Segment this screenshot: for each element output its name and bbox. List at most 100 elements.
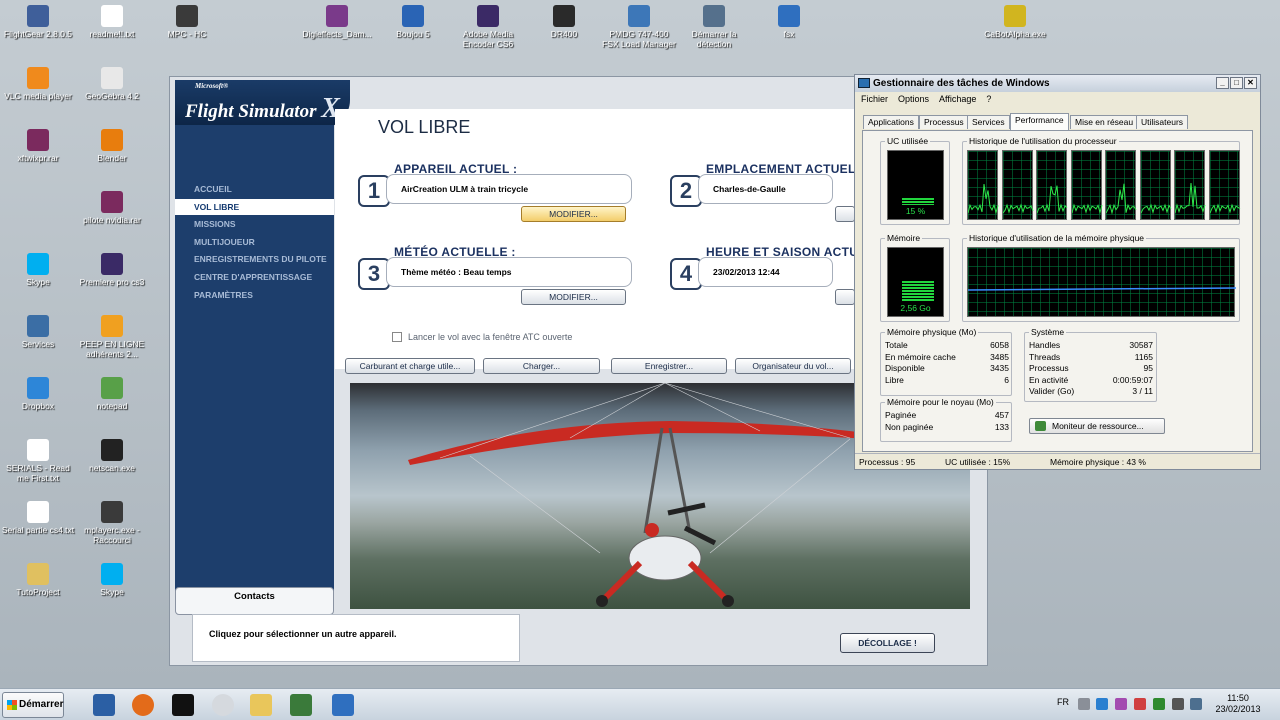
cpu-core-graph — [1105, 150, 1137, 220]
desktop-icon[interactable]: mplayerc.exe - Raccourci — [74, 501, 150, 545]
explorer-folder-icon[interactable] — [250, 694, 272, 716]
start-button[interactable]: Démarrer — [2, 692, 64, 718]
desktop-icon[interactable]: TutoProject — [0, 563, 76, 597]
action-button[interactable]: Carburant et charge utile... — [345, 358, 475, 374]
close-button[interactable]: ✕ — [1244, 77, 1257, 89]
desktop-icon[interactable]: Boujou 5 — [375, 5, 451, 39]
desktop-icon[interactable]: DR400 — [526, 5, 602, 39]
tray-taskmgr-icon[interactable] — [1153, 698, 1165, 710]
desktop-icon-label: FlightGear 2.8.0.5 — [3, 29, 73, 39]
terminal-icon[interactable] — [172, 694, 194, 716]
desktop-icon[interactable]: Skype — [74, 563, 150, 597]
nav-item[interactable]: ENREGISTREMENTS DU PILOTE — [175, 251, 334, 267]
nav-item[interactable]: ACCUEIL — [175, 181, 334, 197]
desktop-icon[interactable]: FlightGear 2.8.0.5 — [0, 5, 76, 39]
language-indicator[interactable]: FR — [1057, 697, 1069, 707]
nav-item[interactable]: VOL LIBRE — [175, 198, 334, 215]
desktop-icon[interactable]: Services — [0, 315, 76, 349]
action-button[interactable]: Enregistrer... — [611, 358, 727, 374]
takeoff-button[interactable]: DÉCOLLAGE ! — [840, 633, 935, 653]
fsx-taskbar-icon[interactable] — [332, 694, 354, 716]
fsx-logo: Microsoft® Flight Simulator X — [175, 80, 350, 128]
desktop-icon[interactable]: PEEP EN LIGNE adhérents 2... — [74, 315, 150, 359]
cpu-core-graph — [1208, 150, 1240, 220]
memory-history-graph — [967, 247, 1236, 317]
tab[interactable]: Applications — [863, 115, 919, 129]
menu-item[interactable]: ? — [986, 94, 991, 104]
menu-item[interactable]: Affichage — [939, 94, 976, 104]
desktop-icon[interactable]: Skype — [0, 253, 76, 287]
desktop-icon[interactable]: Premiere pro cs3 — [74, 253, 150, 287]
modify-button[interactable]: MODIFIER... — [521, 206, 626, 222]
nav-item[interactable]: CENTRE D'APPRENTISSAGE — [175, 269, 334, 285]
firefox-icon[interactable] — [132, 694, 154, 716]
tab[interactable]: Utilisateurs — [1136, 115, 1189, 129]
tray-network-icon[interactable] — [1096, 698, 1108, 710]
action-button[interactable]: Charger... — [483, 358, 600, 374]
tab[interactable]: Mise en réseau — [1070, 115, 1139, 129]
modify-button-partial[interactable] — [835, 289, 855, 305]
tray-display-icon[interactable] — [1172, 698, 1184, 710]
desktop-icon[interactable]: SERIALS - Read me First.txt — [0, 439, 76, 483]
desktop-icon[interactable]: readme!!.txt — [74, 5, 150, 39]
desktop-icon[interactable]: VLC media player — [0, 67, 76, 101]
desktop-icon-label: SERIALS - Read me First.txt — [6, 463, 70, 483]
task-manager-titlebar[interactable]: Gestionnaire des tâches de Windows _ □ ✕ — [855, 75, 1260, 92]
desktop-icon-label: netscan.exe — [89, 463, 135, 473]
desktop-icon[interactable]: PMDG 747-400 FSX Load Manager — [601, 5, 677, 49]
menu-item[interactable]: Fichier — [861, 94, 888, 104]
desktop-icon-label: Skype — [26, 277, 50, 287]
desktop-icon[interactable]: GeoGebra 4.2 — [74, 67, 150, 101]
modify-button-partial[interactable] — [835, 206, 855, 222]
desktop-icon[interactable]: Adobe Media Encoder CS6 — [450, 5, 526, 49]
tray-app-icon[interactable] — [1115, 698, 1127, 710]
tray-security-icon[interactable] — [1134, 698, 1146, 710]
nav-item[interactable]: PARAMÈTRES — [175, 287, 334, 303]
desktop-icon[interactable]: notepad — [74, 377, 150, 411]
desktop-icon[interactable]: Serial partie cs4.txt — [0, 501, 76, 535]
logo-prefix: Microsoft® — [195, 82, 229, 90]
task-manager-icon — [858, 78, 870, 88]
desktop-icon[interactable]: Blender — [74, 129, 150, 163]
section-value-box[interactable]: 23/02/2013 12:44 — [698, 257, 833, 287]
resource-monitor-button[interactable]: Moniteur de ressource... — [1029, 418, 1165, 434]
section-value-box[interactable]: AirCreation ULM à train tricycle — [386, 174, 632, 204]
task-manager-taskbar-icon[interactable] — [290, 694, 312, 716]
action-button[interactable]: Organisateur du vol... — [735, 358, 851, 374]
tab[interactable]: Services — [967, 115, 1010, 129]
contacts-panel[interactable]: Contacts — [175, 587, 334, 615]
desktop-icon-image — [101, 439, 123, 461]
system-clock[interactable]: 11:50 23/02/2013 — [1208, 693, 1268, 715]
tray-volume-icon[interactable] — [1190, 698, 1202, 710]
stat-key: En activité — [1029, 374, 1069, 385]
cpu-usage-meter: 15 % — [887, 150, 944, 220]
desktop-icon-image — [27, 563, 49, 585]
desktop-icon-label: PEEP EN LIGNE adhérents 2... — [79, 339, 145, 359]
maximize-button[interactable]: □ — [1230, 77, 1243, 89]
desktop-icon[interactable]: Dropbox — [0, 377, 76, 411]
modify-button[interactable]: MODIFIER... — [521, 289, 626, 305]
stat-key: Threads — [1029, 351, 1061, 362]
desktop-icon[interactable]: pilote nvidia.rar — [74, 191, 150, 225]
desktop-icon[interactable]: netscan.exe — [74, 439, 150, 473]
nav-item[interactable]: MULTIJOUEUR — [175, 234, 334, 250]
desktop-icon[interactable]: CaBotAlpha.exe — [977, 5, 1053, 39]
nav-item[interactable]: MISSIONS — [175, 216, 334, 232]
tray-arrow-icon[interactable] — [1078, 698, 1090, 710]
desktop-icon[interactable]: fsx — [751, 5, 827, 39]
clock-app-icon[interactable] — [212, 694, 234, 716]
desktop-icon[interactable]: xftwixpr.rar — [0, 129, 76, 163]
section-value-box[interactable]: Thème météo : Beau temps — [386, 257, 632, 287]
desktop-icon-label: PMDG 747-400 FSX Load Manager — [602, 29, 676, 49]
menu-item[interactable]: Options — [898, 94, 929, 104]
desktop-icon[interactable]: MPC - HC — [149, 5, 225, 39]
tab[interactable]: Processus — [919, 115, 969, 129]
atc-checkbox[interactable] — [392, 332, 402, 342]
taskbar-app-icon[interactable] — [93, 694, 115, 716]
performance-panel: UC utilisée 15 % Historique de l'utilisa… — [862, 130, 1253, 452]
desktop-icon[interactable]: Digieffects_Dam... — [299, 5, 375, 39]
tab[interactable]: Performance — [1010, 113, 1069, 130]
minimize-button[interactable]: _ — [1216, 77, 1229, 89]
section-value-box[interactable]: Charles-de-Gaulle — [698, 174, 833, 204]
desktop-icon[interactable]: Démarrer la détection — [676, 5, 752, 49]
